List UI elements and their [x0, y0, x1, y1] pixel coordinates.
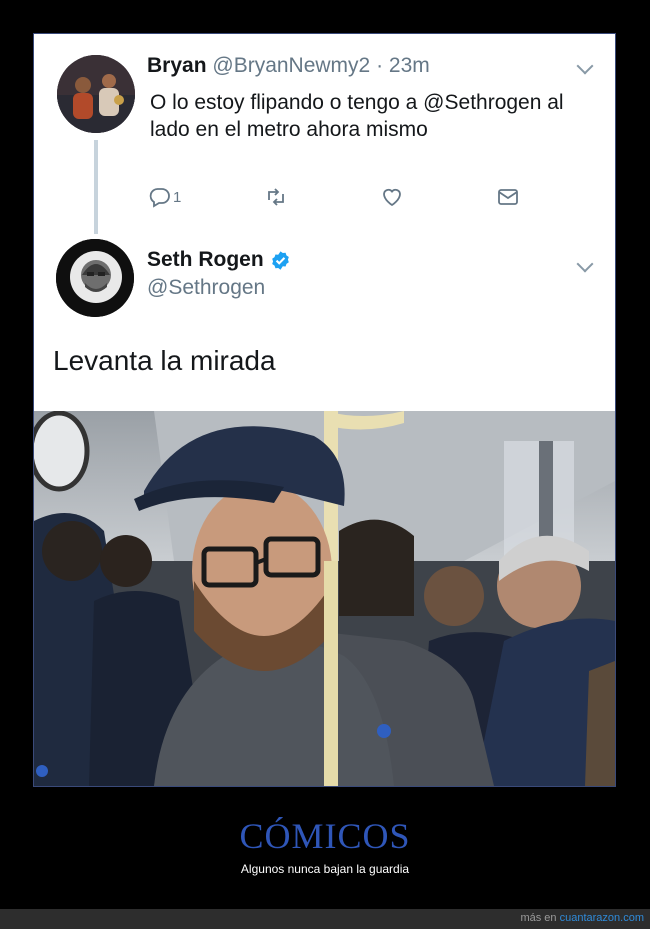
- tweet-reply[interactable]: Seth Rogen @Sethrogen Levanta la mirada: [34, 234, 615, 412]
- chevron-down-icon[interactable]: [576, 255, 594, 273]
- retweet-button[interactable]: [264, 184, 288, 210]
- message-button[interactable]: [496, 184, 520, 210]
- reply-button[interactable]: 1: [148, 184, 181, 210]
- tweet-header: Seth Rogen: [147, 248, 291, 272]
- footer-prefix: más en: [520, 912, 557, 924]
- reply-count: 1: [173, 188, 182, 206]
- subway-selfie-photo-icon: [34, 411, 615, 786]
- caption-subtitle: Algunos nunca bajan la guardia: [240, 862, 410, 876]
- thread-connector: [94, 140, 98, 236]
- avatar[interactable]: [57, 55, 135, 133]
- message-icon: [498, 189, 518, 205]
- tweet-text: Levanta la mirada: [53, 345, 276, 376]
- caption-title: CÓMICOS: [239, 816, 411, 856]
- tweet-header: Bryan @BryanNewmy2 · 23m: [147, 54, 430, 78]
- site-footer: más en cuantarazon.com: [0, 909, 650, 929]
- like-icon: [383, 188, 401, 207]
- time-separator: ·: [376, 54, 384, 77]
- footer-text: más en cuantarazon.com: [520, 912, 644, 924]
- meme-frame: Bryan @BryanNewmy2 · 23m O lo estoy flip…: [33, 33, 616, 787]
- avatar[interactable]: [56, 239, 134, 317]
- like-button[interactable]: [380, 184, 404, 210]
- avatar-image-icon: [56, 239, 134, 317]
- author-name[interactable]: Bryan: [147, 54, 207, 77]
- avatar-image-icon: [57, 55, 135, 133]
- chevron-down-icon[interactable]: [576, 57, 594, 75]
- retweet-icon: [268, 188, 284, 206]
- tweet-time[interactable]: 23m: [389, 54, 430, 77]
- tweet-actions: 1: [148, 184, 528, 210]
- tweet-original[interactable]: Bryan @BryanNewmy2 · 23m O lo estoy flip…: [34, 34, 615, 236]
- tweet-text: O lo estoy flipando o tengo a @Sethrogen…: [150, 91, 564, 141]
- footer-site-link[interactable]: cuantarazon.com: [560, 912, 644, 924]
- reply-icon: [149, 188, 170, 208]
- verified-badge-icon: [271, 250, 289, 270]
- author-name[interactable]: Seth Rogen: [147, 248, 264, 272]
- author-handle[interactable]: @BryanNewmy2: [212, 54, 370, 77]
- author-handle[interactable]: @Sethrogen: [147, 276, 265, 300]
- subway-photo: [34, 411, 615, 786]
